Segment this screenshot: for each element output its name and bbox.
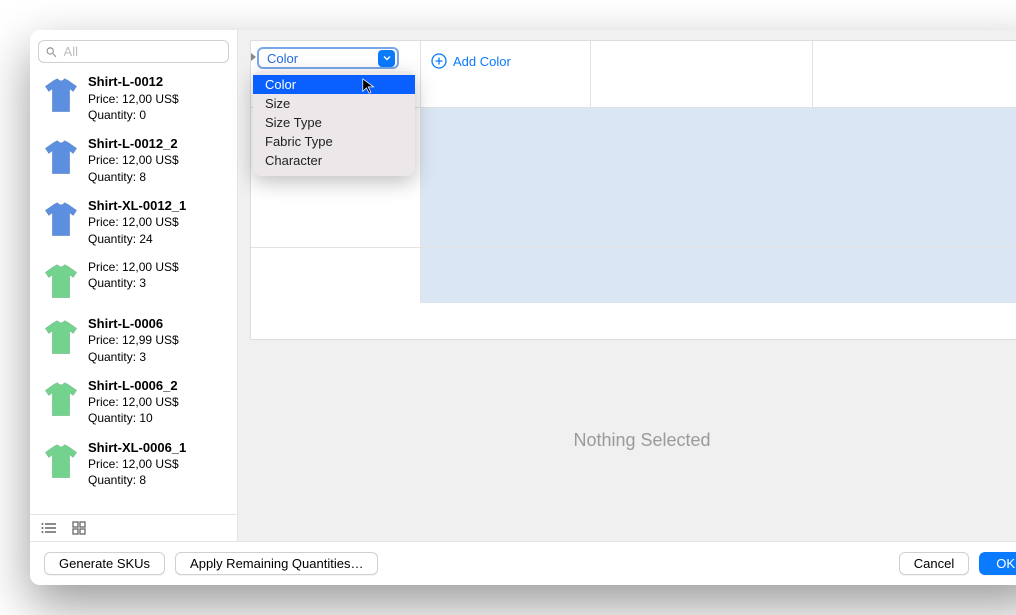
product-price: Price: 12,00 US$ [88,456,186,472]
grid-footer-left [251,248,421,303]
product-quantity: Quantity: 3 [88,275,179,291]
dropdown-selected-label: Color [267,51,298,66]
list-view-button[interactable] [38,519,60,537]
product-name: Shirt-L-0012 [88,73,179,91]
product-name: Shirt-XL-0006_1 [88,439,186,457]
shirt-icon [40,261,82,303]
product-name: Shirt-XL-0012_1 [88,197,186,215]
shirt-icon [40,441,82,483]
product-item[interactable]: Price: 12,00 US$Quantity: 3 [34,255,233,311]
dropdown-option[interactable]: Fabric Type [253,132,415,151]
product-list[interactable]: Shirt-L-0012Price: 12,00 US$Quantity: 0S… [30,69,237,514]
nothing-selected-label: Nothing Selected [573,430,710,451]
attribute-dropdown[interactable]: Color [257,47,399,69]
search-input[interactable] [64,44,222,59]
product-info: Shirt-XL-0012_1Price: 12,00 US$Quantity:… [88,197,186,247]
product-quantity: Quantity: 8 [88,472,186,488]
grid-header-spacer-2 [813,41,1016,107]
shirt-icon [40,317,82,359]
product-quantity: Quantity: 8 [88,169,179,185]
cancel-button[interactable]: Cancel [899,552,969,575]
product-item[interactable]: Shirt-XL-0012_1Price: 12,00 US$Quantity:… [34,193,233,255]
product-price: Price: 12,99 US$ [88,332,179,348]
generate-skus-button[interactable]: Generate SKUs [44,552,165,575]
product-quantity: Quantity: 24 [88,231,186,247]
grid-header-spacer-1 [591,41,813,107]
attribute-dropdown-cell: Color ColorSizeSize TypeFabric TypeChara… [251,41,421,107]
product-price: Price: 12,00 US$ [88,152,179,168]
ok-button[interactable]: OK [979,552,1016,575]
product-price: Price: 12,00 US$ [88,91,179,107]
add-color-label: Add Color [453,54,511,69]
variant-grid: Color ColorSizeSize TypeFabric TypeChara… [250,40,1016,340]
product-price: Price: 12,00 US$ [88,394,179,410]
shirt-icon [40,379,82,421]
product-info: Shirt-XL-0006_1Price: 12,00 US$Quantity:… [88,439,186,489]
add-color-button[interactable]: Add Color [431,53,511,69]
detail-pane: Nothing Selected [250,340,1016,541]
dropdown-option[interactable]: Color [253,75,415,94]
dropdown-option[interactable]: Character [253,151,415,170]
grid-row-header: Color ColorSizeSize TypeFabric TypeChara… [251,41,1016,107]
apply-quantities-button[interactable]: Apply Remaining Quantities… [175,552,378,575]
product-name: Shirt-L-0012_2 [88,135,179,153]
dropdown-option[interactable]: Size Type [253,113,415,132]
shirt-icon [40,75,82,117]
product-quantity: Quantity: 10 [88,410,179,426]
shirt-icon [40,137,82,179]
product-price: Price: 12,00 US$ [88,214,186,230]
grid-row-footer [251,247,1016,303]
search-wrap [30,30,237,69]
footer: Generate SKUs Apply Remaining Quantities… [30,541,1016,585]
product-name: Shirt-L-0006 [88,315,179,333]
product-item[interactable]: Shirt-L-0006Price: 12,99 US$Quantity: 3 [34,311,233,373]
search-icon [45,45,58,59]
grid-view-button[interactable] [68,519,90,537]
grid-body-selection[interactable] [421,108,1016,247]
search-box[interactable] [38,40,229,63]
product-info: Shirt-L-0006Price: 12,99 US$Quantity: 3 [88,315,179,365]
product-item[interactable]: Shirt-XL-0006_1Price: 12,00 US$Quantity:… [34,435,233,497]
add-color-cell: Add Color [421,41,591,107]
product-name: Shirt-L-0006_2 [88,377,179,395]
sidebar-bottom [30,514,237,541]
product-info: Shirt-L-0012Price: 12,00 US$Quantity: 0 [88,73,179,123]
product-item[interactable]: Shirt-L-0012_2Price: 12,00 US$Quantity: … [34,131,233,193]
product-quantity: Quantity: 0 [88,107,179,123]
chevron-down-icon [378,50,395,67]
product-item[interactable]: Shirt-L-0012Price: 12,00 US$Quantity: 0 [34,69,233,131]
shirt-icon [40,199,82,241]
product-info: Shirt-L-0012_2Price: 12,00 US$Quantity: … [88,135,179,185]
product-quantity: Quantity: 3 [88,349,179,365]
attribute-dropdown-menu[interactable]: ColorSizeSize TypeFabric TypeCharacter [253,71,415,176]
product-price: Price: 12,00 US$ [88,259,179,275]
content-area: Shirt-L-0012Price: 12,00 US$Quantity: 0S… [30,30,1016,541]
dialog-window: Shirt-L-0012Price: 12,00 US$Quantity: 0S… [30,30,1016,585]
dropdown-option[interactable]: Size [253,94,415,113]
product-info: Price: 12,00 US$Quantity: 3 [88,259,179,291]
triangle-icon [251,53,256,61]
cursor-icon [361,77,379,95]
plus-circle-icon [431,53,447,69]
product-item[interactable]: Shirt-L-0006_2Price: 12,00 US$Quantity: … [34,373,233,435]
product-info: Shirt-L-0006_2Price: 12,00 US$Quantity: … [88,377,179,427]
sidebar: Shirt-L-0012Price: 12,00 US$Quantity: 0S… [30,30,238,541]
grid-footer-selection[interactable] [421,248,1016,303]
main-area: Color ColorSizeSize TypeFabric TypeChara… [238,30,1016,541]
